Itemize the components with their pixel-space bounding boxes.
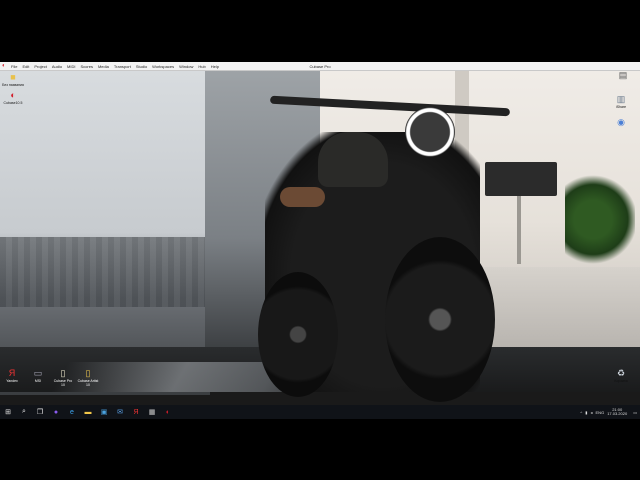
desktop-icon-ishare[interactable]: ▥ iShare xyxy=(610,94,632,109)
taskbar-calculator[interactable]: ▦ xyxy=(144,405,160,419)
desktop-icon-label: iShare xyxy=(615,105,627,109)
taskbar: ⊞ ⌕ ❐ ● e ▬ ▣ ✉ Я ▦ ◐ ^ ▮ ◂ ENG 21:00 17… xyxy=(0,405,640,419)
wallpaper-plant xyxy=(565,172,635,267)
menu-audio[interactable]: Audio xyxy=(52,64,62,69)
menu-media[interactable]: Media xyxy=(98,64,109,69)
task-view-icon: ❐ xyxy=(36,409,44,416)
menu-project[interactable]: Project xyxy=(34,64,46,69)
app-purple-icon: ● xyxy=(53,408,59,416)
system-tray: ^ ▮ ◂ ENG 21:00 17.03.2020 ▭ xyxy=(580,405,640,419)
task-view-button[interactable]: ❐ xyxy=(32,405,48,419)
menu-scores[interactable]: Scores xyxy=(81,64,93,69)
clock[interactable]: 21:00 17.03.2020 xyxy=(607,407,628,417)
calculator-icon: ▦ xyxy=(148,409,156,416)
desktop-icon-label: Yandex xyxy=(6,379,18,383)
network-icon[interactable]: ▮ xyxy=(585,410,587,415)
desktop-icon-label: Cubase Artist 10 xyxy=(77,379,99,387)
folder-icon: ■ xyxy=(10,72,16,82)
desktop-icon-file-2[interactable]: ▯ Cubase Artist 10 xyxy=(77,368,99,387)
menu-window[interactable]: Window xyxy=(179,64,193,69)
language-indicator[interactable]: ENG xyxy=(596,410,605,415)
file-icon: ▯ xyxy=(60,368,66,378)
app-icon: ◉ xyxy=(617,117,625,127)
shortcut-icon: ▤ xyxy=(618,70,628,80)
wallpaper-motorcycle-front-wheel xyxy=(385,237,495,402)
menu-file[interactable]: File xyxy=(11,64,17,69)
computer-icon: ▭ xyxy=(33,368,43,378)
file-explorer-icon: ▬ xyxy=(84,408,92,416)
taskbar-app-purple[interactable]: ● xyxy=(48,405,64,419)
desktop-icon-label: MSI xyxy=(34,379,42,383)
taskbar-yandex[interactable]: Я xyxy=(128,405,144,419)
windows-icon: ⊞ xyxy=(5,409,11,416)
cubase-app-icon[interactable]: ◐ xyxy=(2,63,8,69)
wallpaper-sign xyxy=(485,162,557,196)
wallpaper-motorcycle-tank xyxy=(318,132,388,187)
chevron-up-icon[interactable]: ^ xyxy=(580,410,582,415)
desktop-icon-app[interactable]: ◉ xyxy=(610,117,632,128)
search-button[interactable]: ⌕ xyxy=(16,405,32,419)
clock-date: 17.03.2020 xyxy=(607,411,628,416)
menu-transport[interactable]: Transport xyxy=(114,64,131,69)
cubase-icon: ◐ xyxy=(10,90,16,100)
menu-edit[interactable]: Edit xyxy=(22,64,29,69)
file-icon: ▯ xyxy=(85,368,91,378)
desktop-icon-recycle-bin[interactable]: ♻ Корзина xyxy=(610,368,632,383)
wallpaper-sign-pole xyxy=(517,196,521,264)
cubase-icon: ◐ xyxy=(165,408,171,416)
wallpaper-vent-grid xyxy=(0,237,210,307)
desktop-icon-file-1[interactable]: ▯ Cubase Pro 10 xyxy=(52,368,74,387)
recycle-bin-icon: ♻ xyxy=(616,368,626,378)
desktop-icon-label: Корзина xyxy=(614,379,628,383)
desktop-icon-label: Без названия xyxy=(2,83,24,87)
yandex-icon: Я xyxy=(133,408,139,416)
menu-studio[interactable]: Studio xyxy=(136,64,147,69)
taskbar-edge[interactable]: e xyxy=(64,405,80,419)
menu-hub[interactable]: Hub xyxy=(198,64,205,69)
desktop-screen: ◐ File Edit Project Audio MIDI Scores Me… xyxy=(0,62,640,419)
desktop-icon-folder[interactable]: ■ Без названия xyxy=(2,72,24,87)
ishare-icon: ▥ xyxy=(616,94,626,104)
desktop-icon-cubase[interactable]: ◐ Cubase10.5 xyxy=(2,90,24,105)
taskbar-mail[interactable]: ✉ xyxy=(112,405,128,419)
taskbar-cubase[interactable]: ◐ xyxy=(160,405,176,419)
desktop-icon-shortcut[interactable]: ▤ xyxy=(612,70,634,81)
menu-workspaces[interactable]: Workspaces xyxy=(152,64,174,69)
menu-midi[interactable]: MIDI xyxy=(67,64,75,69)
wallpaper-motorcycle-rear-wheel xyxy=(258,272,338,397)
wallpaper-motorcycle-seat xyxy=(280,187,325,207)
store-icon: ▣ xyxy=(100,409,108,416)
search-icon: ⌕ xyxy=(22,408,26,415)
taskbar-file-explorer[interactable]: ▬ xyxy=(80,405,96,419)
notification-icon[interactable]: ▭ xyxy=(633,410,637,415)
yandex-icon: Я xyxy=(8,368,16,378)
desktop-icon-yandex[interactable]: Я Yandex xyxy=(1,368,23,383)
desktop-icon-label: Cubase10.5 xyxy=(3,101,23,105)
wallpaper-motorcycle-headlight xyxy=(405,107,455,157)
menu-help[interactable]: Help xyxy=(211,64,219,69)
window-title: Cubase Pro xyxy=(309,63,331,69)
edge-icon: e xyxy=(70,408,74,416)
taskbar-store[interactable]: ▣ xyxy=(96,405,112,419)
mail-icon: ✉ xyxy=(117,409,123,416)
desktop-icon-label: Cubase Pro 10 xyxy=(53,379,73,387)
volume-icon[interactable]: ◂ xyxy=(591,410,593,415)
cubase-menubar: ◐ File Edit Project Audio MIDI Scores Me… xyxy=(0,62,640,71)
desktop-icon-msi[interactable]: ▭ MSI xyxy=(27,368,49,383)
start-button[interactable]: ⊞ xyxy=(0,405,16,419)
